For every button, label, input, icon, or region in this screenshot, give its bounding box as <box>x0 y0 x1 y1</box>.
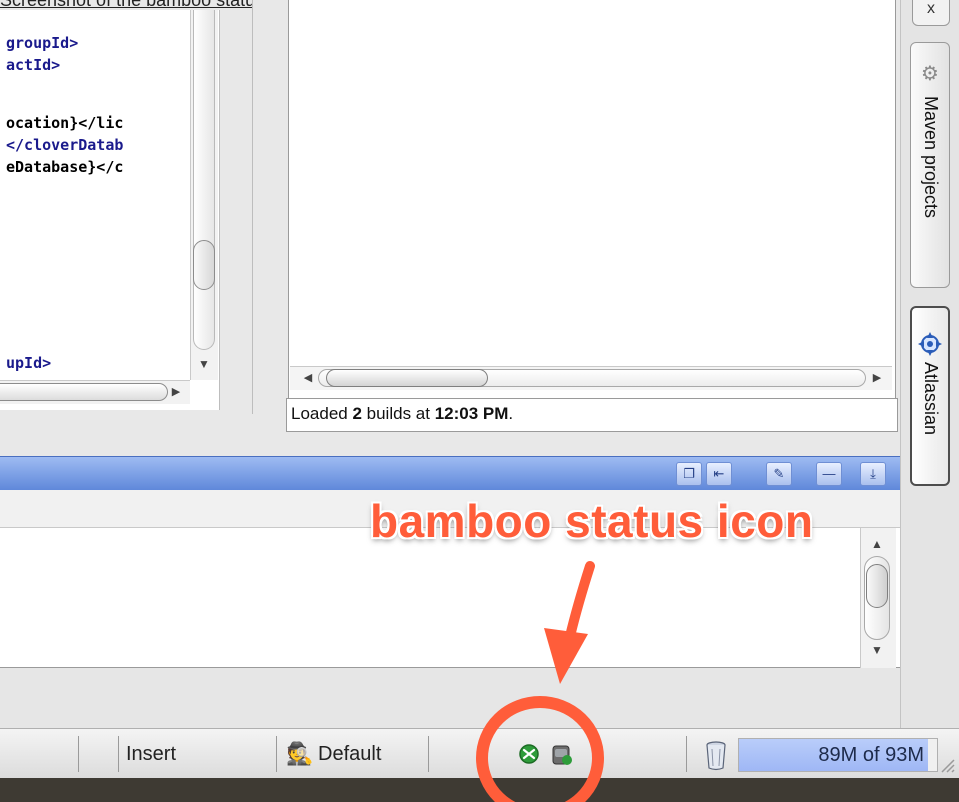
window-edge <box>0 778 959 802</box>
maven-projects-label: Maven projects <box>921 96 941 219</box>
status-separator <box>78 736 79 772</box>
inspection-profile-label[interactable]: Default <box>318 738 428 770</box>
pin-icon[interactable]: ✎ <box>766 462 792 486</box>
scroll-right-icon[interactable]: ▶ <box>866 369 888 387</box>
toolwindow-scroll-thumb[interactable] <box>866 564 888 608</box>
memory-label: 89M of 93M <box>818 744 924 766</box>
atlassian-icon <box>918 332 942 356</box>
code-content[interactable]: groupId> actId> ocation}</lic </cloverDa… <box>6 32 194 382</box>
minimize-icon[interactable]: — <box>816 462 842 486</box>
code-line: ocation}</lic <box>6 114 124 132</box>
notification-count: 1 <box>592 743 604 765</box>
hide-icon[interactable]: ⤓ <box>860 462 886 486</box>
code-line: groupId> <box>6 34 79 52</box>
insert-mode-indicator[interactable]: Insert <box>126 738 256 770</box>
atlassian-label: Atlassian <box>921 362 941 436</box>
code-line: eDatabase}</c <box>6 158 124 176</box>
status-separator <box>686 736 687 772</box>
code-line: actId> <box>6 56 61 74</box>
gear-icon: ⚙ <box>921 63 939 85</box>
scroll-right-icon[interactable]: ▶ <box>166 383 186 401</box>
bamboo-status-icon[interactable] <box>516 740 542 768</box>
scroll-left-icon[interactable]: ◀ <box>296 369 320 387</box>
restore-icon[interactable]: ❐ <box>676 462 702 486</box>
status-separator <box>118 736 119 772</box>
editor-scroll-track[interactable] <box>193 10 215 350</box>
editor-hscroll-thumb[interactable] <box>0 383 168 401</box>
builds-scroll-thumb[interactable] <box>326 369 488 387</box>
resize-grip-icon[interactable] <box>938 752 956 774</box>
annotation-label: bamboo status icon <box>370 495 814 547</box>
bamboo-builds-panel[interactable] <box>288 0 896 398</box>
scroll-down-icon[interactable]: ▼ <box>193 355 215 373</box>
window-background <box>0 668 900 728</box>
inspector-icon[interactable]: 🕵 <box>286 740 313 768</box>
builds-status-text: Loaded 2 builds at 12:03 PM. <box>286 398 898 432</box>
scroll-down-icon[interactable]: ▼ <box>864 640 890 660</box>
code-line: upId> <box>6 354 52 372</box>
garbage-collect-icon[interactable] <box>702 738 730 772</box>
notification-icon[interactable] <box>548 740 576 768</box>
panel-divider <box>252 0 288 414</box>
editor-scroll-thumb[interactable] <box>193 240 215 290</box>
status-separator <box>276 736 277 772</box>
status-separator <box>428 736 429 772</box>
tool-tab-stub[interactable]: x <box>912 0 950 26</box>
toolwindow-header[interactable] <box>0 456 900 490</box>
code-line: </cloverDatab <box>6 136 124 154</box>
move-icon[interactable]: ⇤ <box>706 462 732 486</box>
